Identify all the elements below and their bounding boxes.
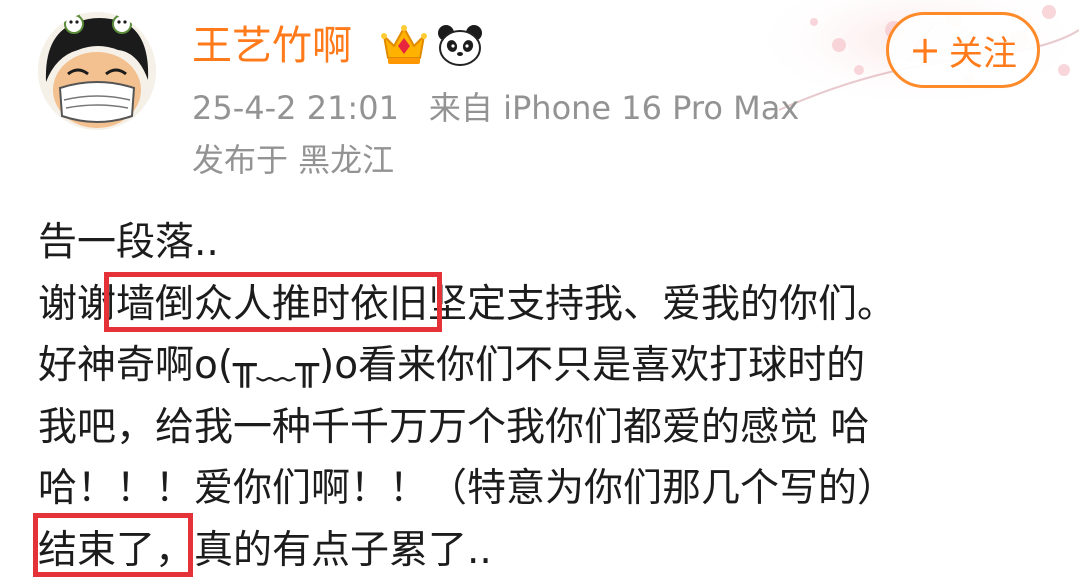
username[interactable]: 王艺竹啊 <box>192 20 352 72</box>
follow-label: 关注 <box>948 33 1017 74</box>
post-location: 发布于 黑龙江 <box>192 141 395 179</box>
panda-icon[interactable] <box>437 24 483 66</box>
post-body-line: 告一段落.. <box>38 220 219 265</box>
post-body: 告一段落.. 谢谢墙倒众人推时依旧坚定支持我、爱我的你们。 好神奇啊o(╥﹏╥)… <box>38 212 1058 579</box>
post-body-line: 哈！！！爱你们啊！！（特意为你们那几个写的） <box>38 466 897 511</box>
post-meta: 25-4-2 21:01 来自 iPhone 16 Pro Max <box>192 86 799 130</box>
plus-icon: + <box>909 28 941 72</box>
weibo-post: 王艺竹啊 + 关注 25-4-2 21:01 来自 iPhone 16 Pro M… <box>0 0 1079 579</box>
post-body-line: 我吧，给我一种千千万万个我你们都爱的感觉 哈 <box>38 404 870 450</box>
post-body-line: 好神奇啊o(╥﹏╥)o看来你们不只是喜欢打球时的 <box>38 343 866 388</box>
avatar-image <box>38 12 156 130</box>
post-body-line: 结束了，真的有点子累了.. <box>38 527 492 573</box>
vip-crown-icon[interactable] <box>380 22 428 68</box>
post-timestamp: 25-4-2 21:01 <box>192 89 399 127</box>
follow-button[interactable]: + 关注 <box>886 12 1040 88</box>
avatar[interactable] <box>38 12 156 130</box>
post-source[interactable]: 来自 iPhone 16 Pro Max <box>429 89 799 127</box>
post-body-line: 谢谢墙倒众人推时依旧坚定支持我、爱我的你们。 <box>38 281 897 327</box>
